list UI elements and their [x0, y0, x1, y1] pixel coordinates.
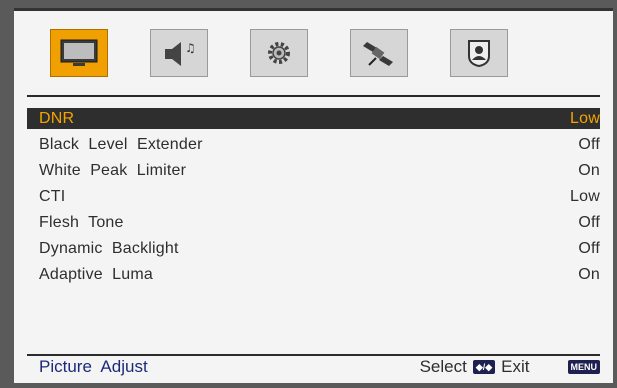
bottom-divider: [27, 354, 600, 356]
osd-menu-panel: ♫ DNR Low Black Level Extender Off White…: [14, 8, 613, 383]
menu-item-label: Flesh Tone: [39, 214, 124, 231]
menu-item-label: Black Level Extender: [39, 136, 203, 153]
select-hint-label: Select: [419, 357, 467, 376]
settings-gear-icon: [268, 42, 290, 64]
menu-item-label: DNR: [39, 110, 75, 127]
sound-icon: ♫: [165, 41, 196, 66]
tab-settings[interactable]: [250, 29, 308, 77]
menu-item-label: White Peak Limiter: [39, 162, 187, 179]
menu-item-value: Off: [578, 240, 600, 257]
page-title: Picture Adjust: [39, 357, 148, 376]
tab-picture[interactable]: [50, 29, 108, 77]
menu-item-value: Off: [578, 136, 600, 153]
exit-hint-label: Exit: [501, 357, 530, 376]
navigation-keys-icon: ◆/◆: [472, 360, 496, 374]
menu-item-label: Adaptive Luma: [39, 266, 153, 283]
menu-item-dnr[interactable]: DNR Low: [27, 108, 600, 129]
tab-satellite[interactable]: [350, 29, 408, 77]
picture-icon: [60, 39, 98, 66]
menu-item-flesh-tone[interactable]: Flesh Tone Off: [27, 212, 600, 233]
menu-item-value: On: [578, 162, 600, 179]
menu-item-dynamic-backlight[interactable]: Dynamic Backlight Off: [27, 238, 600, 259]
menu-item-white-peak-limiter[interactable]: White Peak Limiter On: [27, 160, 600, 181]
satellite-icon: [363, 42, 393, 66]
footer-hints: Select ◆/◆ Exit MENU: [420, 357, 600, 377]
menu-item-label: Dynamic Backlight: [39, 240, 179, 257]
menu-item-cti[interactable]: CTI Low: [27, 186, 600, 207]
menu-item-label: CTI: [39, 188, 66, 205]
menu-key-icon: MENU: [567, 360, 600, 374]
tab-sound[interactable]: ♫: [150, 29, 208, 77]
top-divider: [27, 95, 600, 97]
menu-item-value: Low: [570, 110, 600, 127]
menu-item-value: Low: [570, 188, 600, 205]
menu-item-value: On: [578, 266, 600, 283]
menu-item-black-level-extender[interactable]: Black Level Extender Off: [27, 134, 600, 155]
svg-text:♫: ♫: [185, 41, 196, 55]
settings-list: DNR Low Black Level Extender Off White P…: [27, 108, 600, 285]
category-tabs: ♫: [14, 11, 613, 101]
menu-item-value: Off: [578, 214, 600, 231]
tab-parental-lock[interactable]: [450, 29, 508, 77]
parental-lock-icon: [468, 40, 490, 68]
footer-bar: Picture Adjust Select ◆/◆ Exit MENU: [39, 357, 600, 381]
menu-item-adaptive-luma[interactable]: Adaptive Luma On: [27, 264, 600, 285]
